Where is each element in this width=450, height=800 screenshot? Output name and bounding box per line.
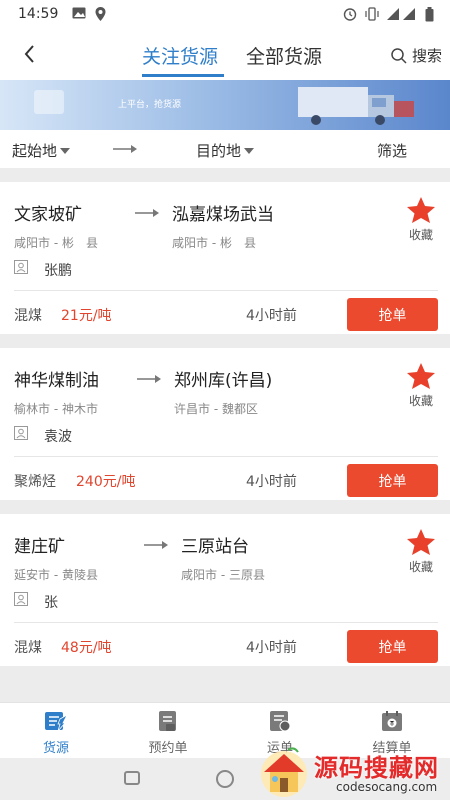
watermark-title: 源码搜藏网 (314, 754, 439, 782)
cargo-type: 混煤 (14, 640, 42, 656)
person-icon (14, 260, 28, 274)
chevron-left-icon (24, 45, 34, 63)
contact-name: 张 (44, 595, 58, 611)
filter-button[interactable]: 筛选 (377, 140, 407, 161)
grab-order-button[interactable]: 抢单 (347, 630, 438, 663)
search-label: 搜索 (411, 47, 442, 65)
grab-order-button[interactable]: 抢单 (347, 298, 438, 331)
person-icon (14, 592, 28, 606)
contact-name: 袁波 (44, 429, 72, 445)
home-button[interactable] (216, 770, 234, 788)
banner-graphic (34, 90, 64, 114)
battery-icon (425, 7, 434, 25)
arrow-right-icon (144, 541, 168, 549)
destination-name: 三原站台 (181, 537, 249, 557)
back-button[interactable] (18, 42, 42, 66)
favorite-button[interactable]: 收藏 (404, 196, 438, 243)
posted-time: 4小时前 (246, 474, 297, 490)
nav-label-booking: 预约单 (148, 741, 188, 756)
cargo-type: 聚烯烃 (14, 474, 56, 490)
nav-item-cargo[interactable]: 货源 (16, 709, 96, 756)
destination-region: 咸阳市 - 三原县 (181, 568, 265, 582)
cargo-listing[interactable]: 建庄矿 三原站台 延安市 - 黄陵县 咸阳市 - 三原县 张 收藏 混煤 48元… (0, 514, 450, 666)
top-header: 关注货源 全部货源 搜索 (0, 30, 450, 80)
alarm-icon (343, 7, 357, 25)
truck-icon (298, 87, 414, 125)
settlement-icon (382, 711, 402, 731)
origin-name: 神华煤制油 (14, 371, 99, 391)
arrow-right-icon (113, 145, 137, 153)
origin-name: 建庄矿 (14, 537, 65, 557)
filter-label: 筛选 (377, 142, 408, 160)
nav-label-cargo: 货源 (42, 741, 69, 756)
favorite-label: 收藏 (408, 228, 433, 242)
arrow-right-icon (137, 375, 161, 383)
cargo-listing[interactable]: 文家坡矿 泓嘉煤场武当 咸阳市 - 彬 县 咸阳市 - 彬 县 张鹏 收藏 混煤… (0, 182, 450, 334)
origin-dropdown[interactable]: 起始地 (12, 140, 71, 161)
freight-price: 21元/吨 (61, 308, 112, 324)
promo-banner[interactable]: 上平台，抢货源 (0, 80, 450, 130)
freight-price: 240元/吨 (76, 474, 136, 490)
destination-name: 泓嘉煤场武当 (172, 205, 274, 225)
cargo-type: 混煤 (14, 308, 42, 324)
image-icon (72, 7, 86, 24)
destination-region: 许昌市 - 魏都区 (174, 402, 258, 416)
posted-time: 4小时前 (246, 308, 297, 324)
search-icon (391, 47, 407, 64)
posted-time: 4小时前 (246, 640, 297, 656)
divider (14, 456, 438, 457)
arrow-right-icon (135, 209, 159, 217)
banner-slogan: 上平台，抢货源 (118, 100, 182, 110)
tab-followed-cargo[interactable]: 关注货源 (142, 42, 218, 69)
status-bar: 14:59 (0, 0, 450, 30)
active-tab-indicator (142, 74, 224, 77)
favorite-label: 收藏 (408, 560, 433, 574)
origin-name: 文家坡矿 (14, 205, 82, 225)
grab-order-button[interactable]: 抢单 (347, 464, 438, 497)
nav-item-booking[interactable]: 预约单 (128, 709, 208, 756)
origin-dropdown-label: 起始地 (12, 142, 58, 160)
star-icon (407, 529, 435, 555)
favorite-label: 收藏 (408, 394, 433, 408)
origin-region: 榆林市 - 神木市 (14, 402, 98, 416)
status-time: 14:59 (18, 6, 59, 22)
divider (14, 622, 438, 623)
contact-name: 张鹏 (44, 263, 72, 279)
signal-icon (387, 7, 417, 25)
filter-bar: 起始地 目的地 筛选 (0, 130, 450, 168)
vibrate-icon (365, 7, 379, 25)
tab-all-cargo[interactable]: 全部货源 (246, 42, 322, 69)
watermark-url: codesocang.com (336, 780, 438, 794)
star-icon (407, 363, 435, 389)
star-icon (407, 197, 435, 223)
booking-icon (159, 711, 176, 731)
location-icon (95, 7, 106, 24)
favorite-button[interactable]: 收藏 (404, 528, 438, 575)
origin-region: 咸阳市 - 彬 县 (14, 236, 98, 250)
search-button[interactable]: 搜索 (390, 45, 442, 66)
waybill-icon (270, 711, 291, 732)
divider (14, 290, 438, 291)
cargo-listing[interactable]: 神华煤制油 郑州库(许昌) 榆林市 - 神木市 许昌市 - 魏都区 袁波 收藏 … (0, 348, 450, 500)
caret-down-icon (244, 147, 255, 154)
destination-dropdown-label: 目的地 (196, 142, 242, 160)
cargo-icon (45, 712, 68, 732)
favorite-button[interactable]: 收藏 (404, 362, 438, 409)
destination-dropdown[interactable]: 目的地 (196, 140, 255, 161)
person-icon (14, 426, 28, 440)
destination-name: 郑州库(许昌) (174, 371, 273, 391)
recent-apps-button[interactable] (124, 771, 140, 785)
freight-price: 48元/吨 (61, 640, 112, 656)
app-screen: 14:59 关注货源 全部货源 搜索 上平台，抢货源 起始地 目的地 筛选 文家… (0, 0, 450, 800)
origin-region: 延安市 - 黄陵县 (14, 568, 98, 582)
house-logo-icon (261, 747, 307, 797)
watermark: 源码搜藏网 codesocang.com (252, 742, 450, 800)
destination-region: 咸阳市 - 彬 县 (172, 236, 256, 250)
caret-down-icon (60, 147, 71, 154)
